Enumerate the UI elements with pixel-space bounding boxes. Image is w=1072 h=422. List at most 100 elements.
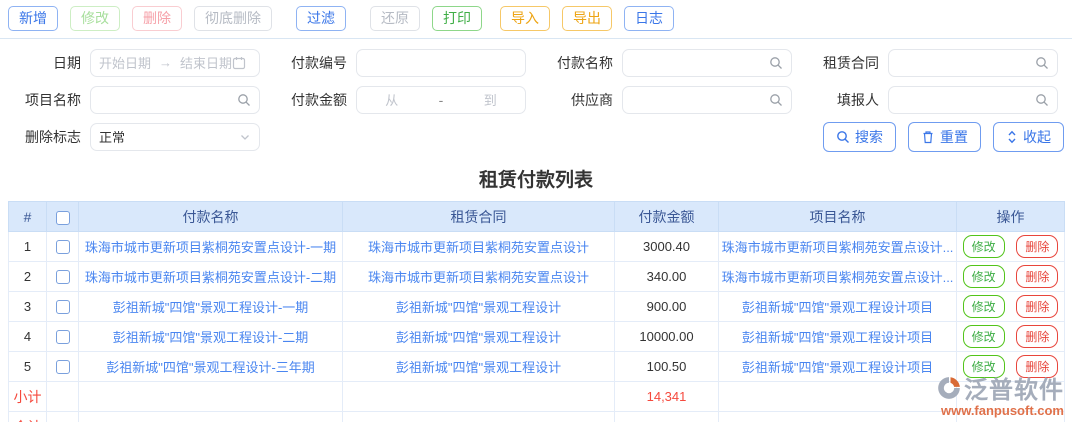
payment-name-input[interactable] [622, 48, 792, 77]
row-delete-button[interactable]: 删除 [1016, 355, 1059, 378]
toolbar-button-1[interactable]: 新增 [8, 6, 58, 31]
row-modify-button[interactable]: 修改 [962, 355, 1005, 378]
toolbar-button-10[interactable]: 日志 [624, 6, 674, 31]
search-icon [1036, 56, 1048, 69]
table-row: 5 彭祖新城"四馆"景观工程设计-三年期 彭祖新城"四馆"景观工程设计 100.… [8, 351, 1065, 382]
project-name-label: 项目名称 [25, 91, 81, 108]
date-range-input[interactable]: 开始日期 → 结束日期 [90, 48, 260, 77]
date-arrow-icon: → [159, 55, 173, 70]
delete-flag-select[interactable]: 正常 [90, 122, 260, 151]
supplier-field: 供应商 [536, 85, 802, 114]
payment-amount-value: 340.00 [614, 261, 719, 292]
chevron-down-icon [241, 134, 249, 140]
trash-icon [923, 130, 933, 143]
row-index: 5 [8, 351, 47, 382]
filter-row-1: 日期 开始日期 → 结束日期 付款编号 付款名称 租赁合同 [4, 44, 1068, 81]
search-icon [770, 56, 782, 69]
search-button[interactable]: 搜索 [823, 121, 896, 152]
project-name-link[interactable]: 彭祖新城"四馆"景观工程设计项目 [718, 291, 957, 322]
supplier-input[interactable] [622, 85, 792, 114]
supplier-label: 供应商 [571, 91, 613, 108]
payment-table: # 付款名称 租赁合同 付款金额 项目名称 操作 1 珠海市城市更新项目紫桐苑安… [8, 201, 1065, 422]
col-payment-name: 付款名称 [78, 201, 343, 232]
project-name-field: 项目名称 [4, 85, 270, 114]
lease-contract-input[interactable] [888, 48, 1058, 77]
col-payment-amount: 付款金额 [614, 201, 719, 232]
collapse-button[interactable]: 收起 [993, 121, 1064, 152]
date-start-placeholder: 开始日期 [99, 56, 152, 71]
filler-label: 填报人 [837, 91, 879, 108]
search-icon [837, 130, 849, 143]
payment-amount-field: 付款金额 从 - 到 [270, 85, 536, 114]
table-row: 2 珠海市城市更新项目紫桐苑安置点设计-二期 珠海市城市更新项目紫桐苑安置点设计… [8, 261, 1065, 292]
toolbar-button-3[interactable]: 删除 [132, 6, 182, 31]
project-name-link[interactable]: 彭祖新城"四馆"景观工程设计项目 [718, 321, 957, 352]
page-title: 租赁付款列表 [478, 170, 593, 191]
subtotal-row: 小计 14,341 [8, 381, 1065, 412]
reset-button-label: 重置 [940, 128, 968, 145]
total-row: 合计 14340.90 [8, 411, 1065, 422]
payment-amount-input[interactable]: 从 - 到 [356, 85, 526, 114]
amount-from-placeholder: 从 [385, 93, 399, 108]
row-checkbox[interactable] [55, 330, 70, 345]
lease-contract-link[interactable]: 彭祖新城"四馆"景观工程设计 [342, 291, 615, 322]
row-checkbox[interactable] [55, 270, 70, 285]
row-modify-button[interactable]: 修改 [962, 235, 1005, 258]
lease-contract-link[interactable]: 珠海市城市更新项目紫桐苑安置点设计 [342, 261, 615, 292]
payment-name-link[interactable]: 彭祖新城"四馆"景观工程设计-一期 [78, 291, 343, 322]
payment-no-label: 付款编号 [291, 54, 347, 71]
toolbar: 新增 修改 删除 彻底删除 过滤 还原 打印 导入 导出 日志 [0, 0, 1072, 39]
row-index: 2 [8, 261, 47, 292]
project-name-link[interactable]: 彭祖新城"四馆"景观工程设计项目 [718, 351, 957, 382]
lease-contract-link[interactable]: 彭祖新城"四馆"景观工程设计 [342, 351, 615, 382]
toolbar-button-4[interactable]: 彻底删除 [194, 6, 272, 31]
toolbar-button-8[interactable]: 导入 [500, 6, 550, 31]
toolbar-button-7[interactable]: 打印 [432, 6, 482, 31]
filler-input[interactable] [888, 85, 1058, 114]
toolbar-button-6[interactable]: 还原 [370, 6, 420, 31]
table-row: 4 彭祖新城"四馆"景观工程设计-二期 彭祖新城"四馆"景观工程设计 10000… [8, 321, 1065, 352]
select-all-checkbox[interactable] [55, 210, 70, 225]
filter-form: 日期 开始日期 → 结束日期 付款编号 付款名称 租赁合同 项目名称 付款金额 … [0, 39, 1072, 157]
table-row: 1 珠海市城市更新项目紫桐苑安置点设计-一期 珠海市城市更新项目紫桐苑安置点设计… [8, 231, 1065, 262]
toolbar-button-2[interactable]: 修改 [70, 6, 120, 31]
row-checkbox[interactable] [55, 360, 70, 375]
payment-name-link[interactable]: 彭祖新城"四馆"景观工程设计-三年期 [78, 351, 343, 382]
payment-name-link[interactable]: 珠海市城市更新项目紫桐苑安置点设计-二期 [78, 261, 343, 292]
row-delete-button[interactable]: 删除 [1016, 235, 1059, 258]
lease-contract-link[interactable]: 珠海市城市更新项目紫桐苑安置点设计 [342, 231, 615, 262]
payment-no-input[interactable] [356, 48, 526, 77]
project-name-link[interactable]: 珠海市城市更新项目紫桐苑安置点设计... [718, 261, 957, 292]
total-value: 14340.90 [614, 411, 719, 422]
row-delete-button[interactable]: 删除 [1016, 265, 1059, 288]
row-modify-button[interactable]: 修改 [962, 265, 1005, 288]
amount-separator: - [438, 91, 444, 108]
toolbar-button-9[interactable]: 导出 [562, 6, 612, 31]
row-index: 3 [8, 291, 47, 322]
project-name-input[interactable] [90, 85, 260, 114]
search-icon [770, 93, 782, 106]
subtotal-label: 小计 [8, 381, 47, 412]
row-checkbox[interactable] [55, 240, 70, 255]
col-operations: 操作 [956, 201, 1065, 232]
date-end-placeholder: 结束日期 [180, 56, 233, 71]
payment-name-link[interactable]: 彭祖新城"四馆"景观工程设计-二期 [78, 321, 343, 352]
row-modify-button[interactable]: 修改 [962, 325, 1005, 348]
date-label: 日期 [53, 54, 81, 71]
row-delete-button[interactable]: 删除 [1016, 325, 1059, 348]
reset-button[interactable]: 重置 [908, 121, 981, 152]
filter-row-3: 删除标志 正常 搜索 重置 收起 [4, 118, 1068, 155]
toolbar-button-5[interactable]: 过滤 [296, 6, 346, 31]
delete-flag-field: 删除标志 正常 [4, 122, 272, 151]
filter-actions: 搜索 重置 收起 [272, 121, 1068, 152]
col-project-name: 项目名称 [718, 201, 957, 232]
row-delete-button[interactable]: 删除 [1016, 295, 1059, 318]
date-field: 日期 开始日期 → 结束日期 [4, 48, 270, 77]
payment-name-link[interactable]: 珠海市城市更新项目紫桐苑安置点设计-一期 [78, 231, 343, 262]
delete-flag-value: 正常 [99, 130, 126, 145]
row-checkbox[interactable] [55, 300, 70, 315]
payment-amount-value: 900.00 [614, 291, 719, 322]
row-modify-button[interactable]: 修改 [962, 295, 1005, 318]
lease-contract-link[interactable]: 彭祖新城"四馆"景观工程设计 [342, 321, 615, 352]
project-name-link[interactable]: 珠海市城市更新项目紫桐苑安置点设计... [718, 231, 957, 262]
